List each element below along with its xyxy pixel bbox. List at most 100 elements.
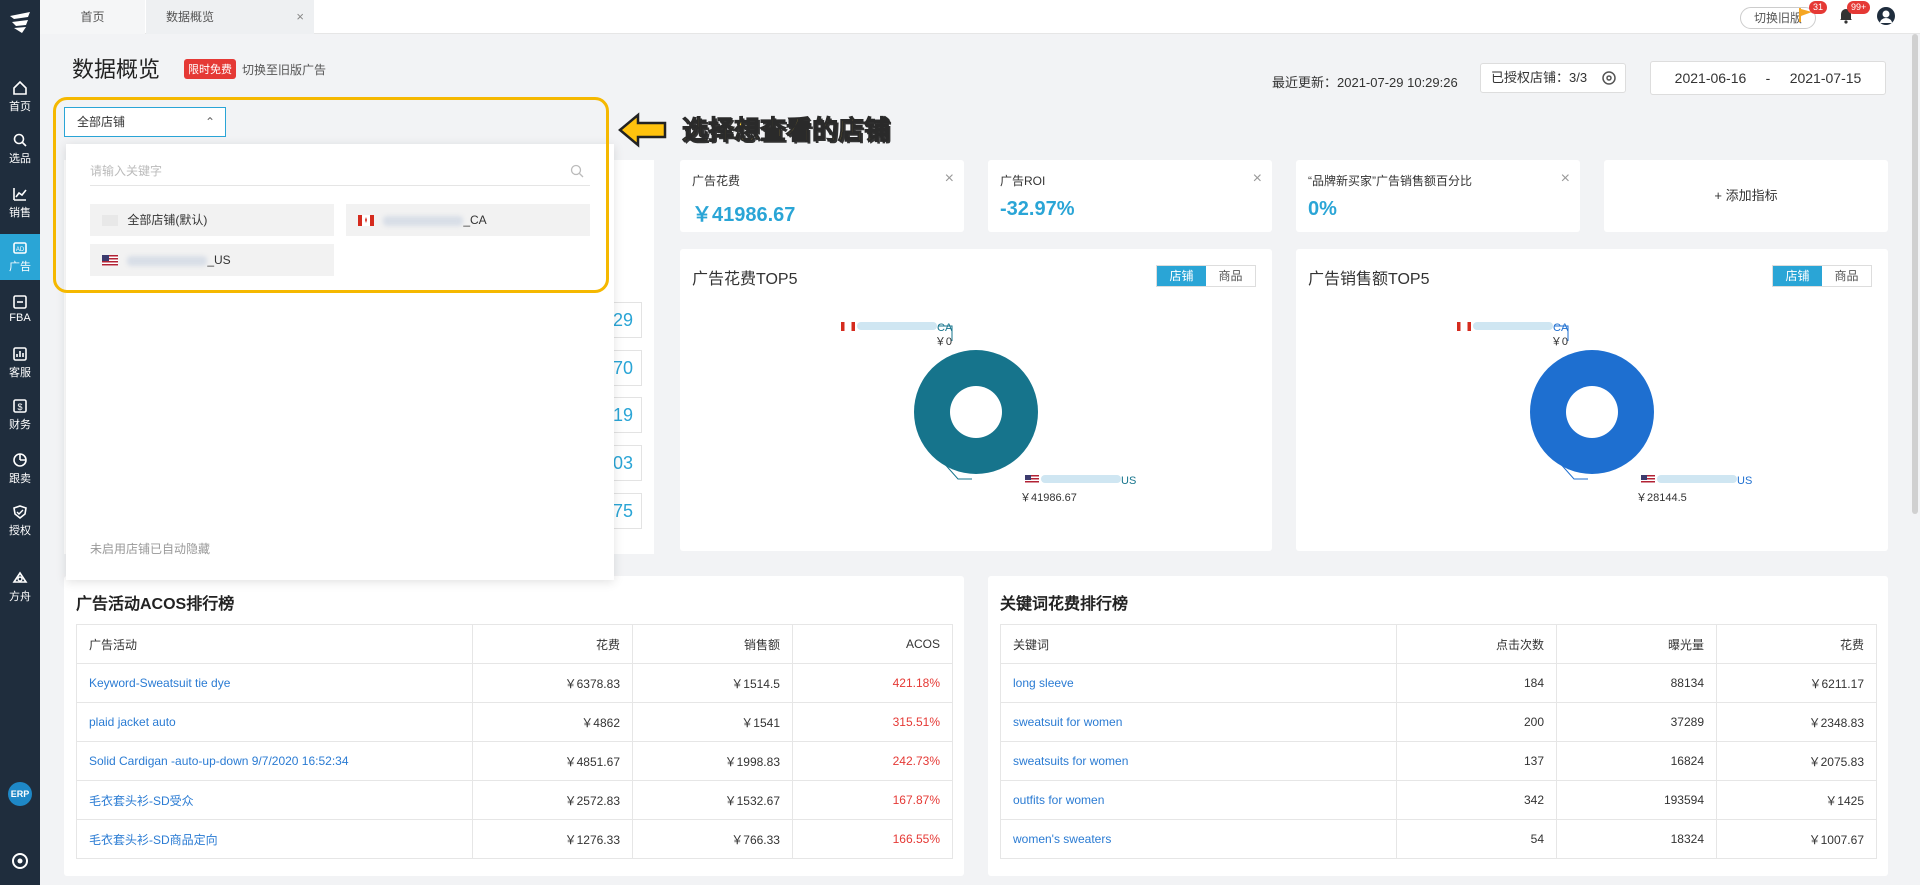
- us-flag-icon: [102, 255, 118, 267]
- close-icon[interactable]: ×: [1561, 170, 1570, 188]
- table-cell: ￥1541: [632, 702, 793, 742]
- flag-badge: 31: [1809, 1, 1828, 14]
- sidebar-item-service[interactable]: 客服: [0, 340, 40, 386]
- table-cell-link[interactable]: sweatsuits for women: [1000, 741, 1397, 781]
- metric-label: 广告花费: [692, 174, 741, 188]
- sidebar-item-ark[interactable]: 方舟: [0, 564, 40, 610]
- table-cell: ￥1514.5: [632, 663, 793, 703]
- date-end[interactable]: 2021-07-15: [1790, 70, 1862, 86]
- svg-text:AD: AD: [16, 247, 25, 253]
- page-scrollbar[interactable]: [1912, 34, 1918, 514]
- sidebar-item-label: 销售: [9, 207, 31, 219]
- sidebar-item-finance[interactable]: $ 财务: [0, 392, 40, 438]
- metric-value: 0%: [1308, 198, 1337, 220]
- close-icon[interactable]: ×: [1253, 170, 1262, 188]
- store-search-input[interactable]: 请输入关键字: [90, 156, 590, 186]
- blurred-store-name: [1657, 475, 1737, 483]
- table-cell: ￥1276.33: [472, 819, 633, 859]
- acos-table: 广告活动 花费 销售额 ACOS Keyword-Sweatsuit tie d…: [76, 624, 953, 859]
- date-start[interactable]: 2021-06-16: [1675, 70, 1747, 86]
- sidebar-item-label: 财务: [9, 419, 31, 431]
- table-cell: 137: [1396, 741, 1557, 781]
- table-row: women's sweaters 54 18324 ￥1007.67: [1000, 819, 1877, 859]
- sidebar-item-label: 方舟: [9, 591, 31, 603]
- blurred-store-name: [1473, 322, 1553, 330]
- store-option-all[interactable]: 全部店铺(默认): [90, 204, 334, 236]
- tab-home[interactable]: 首页: [40, 0, 145, 34]
- canada-flag-icon: [358, 215, 374, 227]
- search-icon[interactable]: [570, 164, 584, 178]
- table-cell-link[interactable]: Keyword-Sweatsuit tie dye: [76, 663, 473, 703]
- ca-value-label: ￥0: [1551, 336, 1568, 348]
- column-header[interactable]: 销售额: [632, 624, 793, 664]
- sidebar-item-fba[interactable]: FBA: [0, 286, 40, 332]
- store-select[interactable]: 全部店铺 ⌃: [64, 107, 226, 137]
- column-header[interactable]: ACOS: [792, 624, 953, 664]
- add-metric-button[interactable]: + 添加指标: [1604, 160, 1888, 232]
- tutorial-caption: 选择想查看的店铺: [681, 115, 891, 146]
- table-cell-link[interactable]: Solid Cardigan -auto-up-down 9/7/2020 16…: [76, 741, 473, 781]
- sidebar-item-ad[interactable]: AD 广告: [0, 234, 40, 280]
- ad-sales-top5-card: 广告销售额TOP5 店铺 商品 CA ￥0 US ￥28144.5: [1296, 249, 1888, 551]
- sidebar-item-shield[interactable]: 授权: [0, 498, 40, 544]
- table-cell-link[interactable]: outfits for women: [1000, 780, 1397, 820]
- table-cell: 54: [1396, 819, 1557, 859]
- user-avatar[interactable]: [1876, 6, 1898, 28]
- canada-flag-icon: [841, 322, 855, 331]
- blurred-store-name: [127, 255, 208, 266]
- store-option-ca[interactable]: _CA: [346, 204, 590, 236]
- table-cell-link[interactable]: 毛衣套头衫-SD受众: [76, 780, 473, 820]
- column-header[interactable]: 关键词: [1000, 624, 1397, 664]
- metric-label: 广告ROI: [1000, 174, 1046, 188]
- svg-text:$: $: [17, 402, 22, 412]
- authorized-stores-button[interactable]: 已授权店铺：3/3: [1480, 63, 1626, 93]
- column-header[interactable]: 点击次数: [1396, 624, 1557, 664]
- us-store-label: US: [1121, 475, 1136, 487]
- metric-label: “品牌新买家”广告销售额百分比: [1308, 174, 1472, 188]
- home-icon: [13, 80, 27, 95]
- column-header[interactable]: 曝光量: [1556, 624, 1717, 664]
- tutorial-arrow-icon: [618, 112, 667, 148]
- table-cell: 37289: [1556, 702, 1717, 742]
- donut-hole: [950, 386, 1002, 438]
- column-header[interactable]: 花费: [472, 624, 633, 664]
- app-logo-icon[interactable]: [6, 8, 34, 36]
- close-icon[interactable]: ×: [945, 170, 954, 188]
- sidebar-item-home[interactable]: 首页: [0, 74, 40, 120]
- page-title: 数据概览: [72, 57, 161, 82]
- erp-icon[interactable]: ERP: [8, 782, 32, 806]
- metric-value: -32.97%: [1000, 198, 1075, 220]
- table-cell-link[interactable]: 毛衣套头衫-SD商品定向: [76, 819, 473, 859]
- table-cell: 242.73%: [792, 741, 953, 781]
- ark-icon: [12, 571, 28, 583]
- metric-card-new-buyer: “品牌新买家”广告销售额百分比 0% ×: [1296, 160, 1580, 232]
- fba-icon: [13, 295, 27, 309]
- sidebar-item-follow-sell[interactable]: 跟卖: [0, 446, 40, 492]
- notification-bell[interactable]: 99+: [1837, 1, 1871, 28]
- notification-flag[interactable]: 31: [1797, 1, 1828, 28]
- sidebar-item-search[interactable]: 选品: [0, 126, 40, 172]
- blurred-store-name: [1041, 475, 1121, 483]
- sidebar-item-label: 授权: [9, 525, 31, 537]
- donut-hole: [1566, 386, 1618, 438]
- table-cell-link[interactable]: women's sweaters: [1000, 819, 1397, 859]
- column-header[interactable]: 花费: [1716, 624, 1877, 664]
- settings-icon[interactable]: [11, 852, 29, 870]
- gear-icon[interactable]: [1601, 70, 1617, 86]
- ad-spend-donut-chart: CA ￥0 US ￥41986.67: [841, 322, 1136, 504]
- table-cell-link[interactable]: long sleeve: [1000, 663, 1397, 703]
- date-range-picker[interactable]: 2021-06-16 - 2021-07-15: [1650, 61, 1886, 95]
- table-row: outfits for women 342 193594 ￥1425: [1000, 780, 1877, 820]
- table-row: 毛衣套头衫-SD商品定向 ￥1276.33 ￥766.33 166.55%: [76, 819, 953, 859]
- table-cell-link[interactable]: plaid jacket auto: [76, 702, 473, 742]
- sidebar-item-chart[interactable]: 销售: [0, 180, 40, 226]
- store-option-us[interactable]: _US: [90, 244, 334, 276]
- table-cell: 184: [1396, 663, 1557, 703]
- keyword-spend-ranking-card: 关键词花费排行榜 关键词 点击次数 曝光量 花费 long sleeve 184 8…: [988, 576, 1888, 876]
- close-tab-icon[interactable]: ×: [296, 0, 304, 34]
- column-header[interactable]: 广告活动: [76, 624, 473, 664]
- tab-data-overview[interactable]: 数据概览 ×: [146, 0, 314, 34]
- table-cell: 166.55%: [792, 819, 953, 859]
- table-cell-link[interactable]: sweatsuit for women: [1000, 702, 1397, 742]
- switch-old-ad-link[interactable]: 切换至旧版广告: [242, 61, 326, 78]
